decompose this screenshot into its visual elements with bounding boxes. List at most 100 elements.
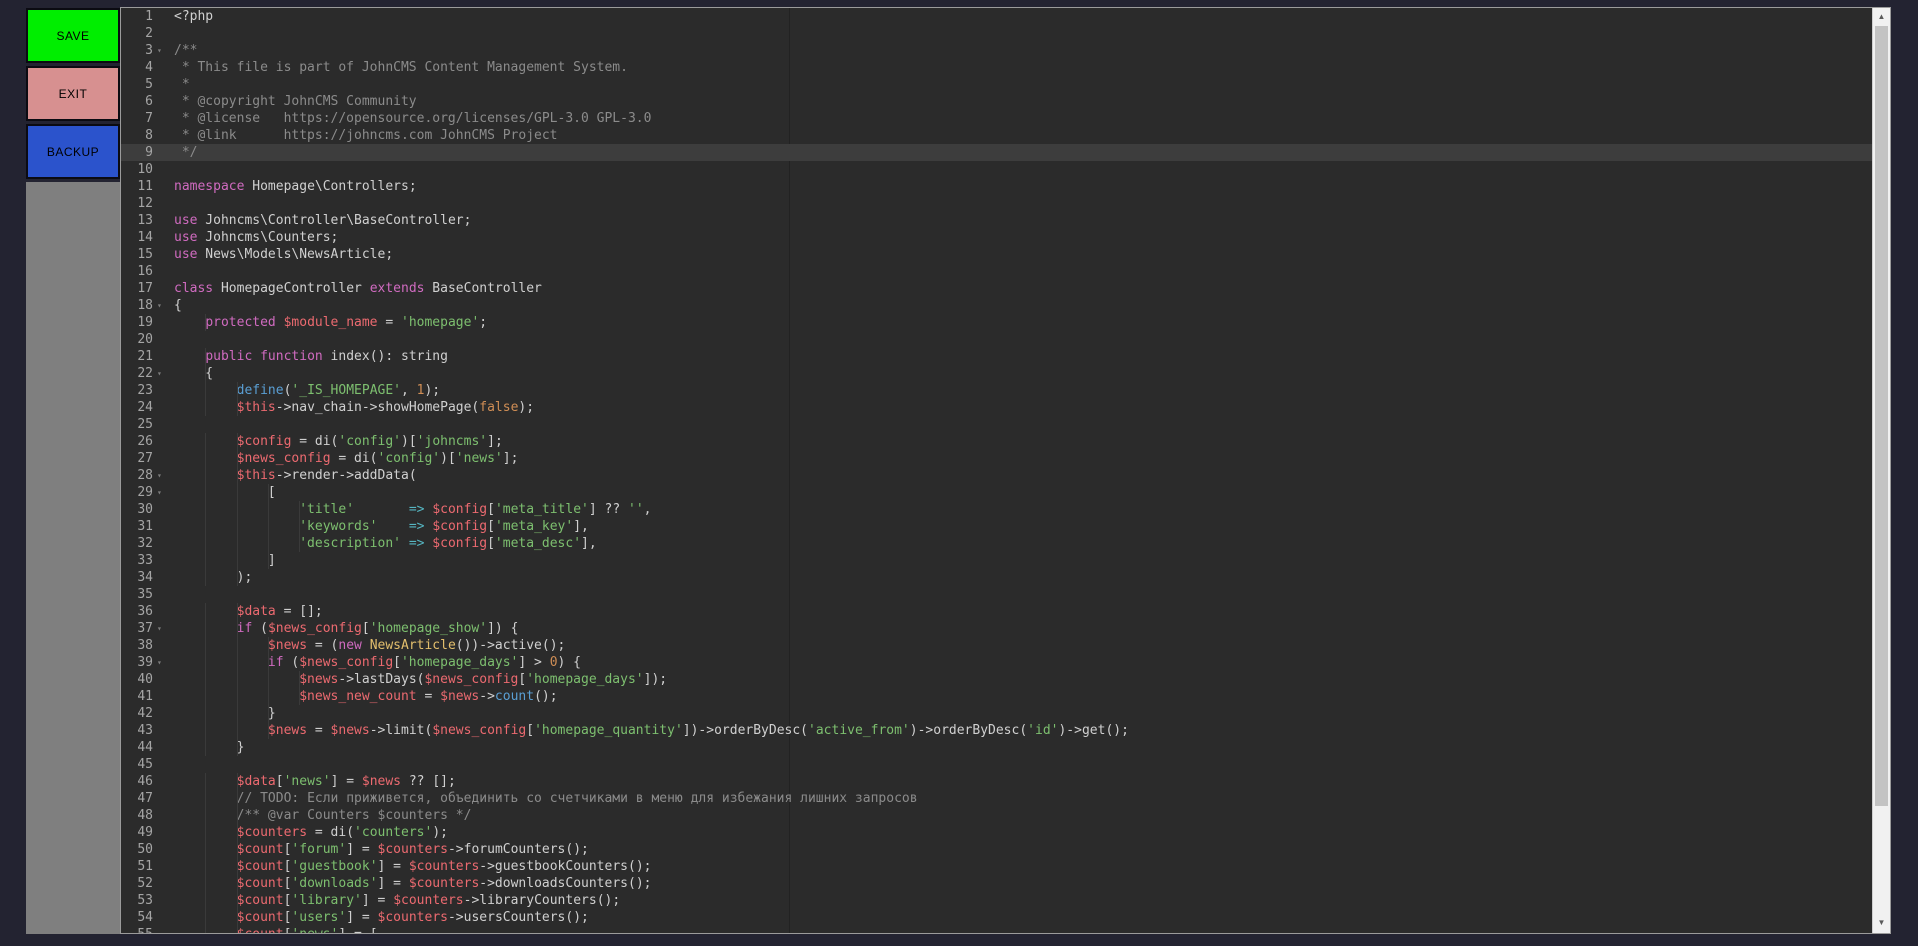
code-line[interactable]: 1<?php bbox=[121, 8, 1872, 25]
code-line[interactable]: 54 $count['users'] = $counters->usersCou… bbox=[121, 909, 1872, 926]
fold-icon[interactable]: ▾ bbox=[157, 654, 170, 671]
sidebar: SAVE EXIT BACKUP bbox=[26, 8, 120, 934]
indent-guide bbox=[205, 671, 206, 688]
code-line[interactable]: 38 $news = (new NewsArticle())->active()… bbox=[121, 637, 1872, 654]
code-line[interactable]: 10 bbox=[121, 161, 1872, 178]
indent-guide bbox=[237, 450, 238, 467]
line-number: 38 bbox=[121, 637, 157, 654]
code-line[interactable]: 27 $news_config = di('config')['news']; bbox=[121, 450, 1872, 467]
code-line[interactable]: 6 * @copyright JohnCMS Community bbox=[121, 93, 1872, 110]
line-number: 48 bbox=[121, 807, 157, 824]
code-line[interactable]: 37▾ if ($news_config['homepage_show']) { bbox=[121, 620, 1872, 637]
code-line[interactable]: 18▾{ bbox=[121, 297, 1872, 314]
code-text: public function index(): string bbox=[170, 348, 1872, 365]
code-line[interactable]: 55▾ $count['news'] = [ bbox=[121, 926, 1872, 933]
scroll-thumb[interactable] bbox=[1875, 26, 1888, 806]
code-line[interactable]: 49 $counters = di('counters'); bbox=[121, 824, 1872, 841]
code-line[interactable]: 4 * This file is part of JohnCMS Content… bbox=[121, 59, 1872, 76]
code-line[interactable]: 40 $news->lastDays($news_config['homepag… bbox=[121, 671, 1872, 688]
backup-button[interactable]: BACKUP bbox=[26, 124, 120, 179]
line-number: 10 bbox=[121, 161, 157, 178]
code-editor[interactable]: 1<?php23▾/**4 * This file is part of Joh… bbox=[120, 7, 1891, 934]
code-text: $count['users'] = $counters->usersCounte… bbox=[170, 909, 1872, 926]
fold-icon[interactable]: ▾ bbox=[157, 926, 170, 933]
code-line[interactable]: 43 $news = $news->limit($news_config['ho… bbox=[121, 722, 1872, 739]
code-line[interactable]: 3▾/** bbox=[121, 42, 1872, 59]
code-line[interactable]: 19 protected $module_name = 'homepage'; bbox=[121, 314, 1872, 331]
code-line[interactable]: 46 $data['news'] = $news ?? []; bbox=[121, 773, 1872, 790]
line-number: 3 bbox=[121, 42, 157, 59]
code-line[interactable]: 33 ] bbox=[121, 552, 1872, 569]
code-line[interactable]: 20 bbox=[121, 331, 1872, 348]
line-number: 26 bbox=[121, 433, 157, 450]
indent-guide bbox=[205, 637, 206, 654]
indent-guide bbox=[237, 654, 238, 671]
code-line[interactable]: 23 define('_IS_HOMEPAGE', 1); bbox=[121, 382, 1872, 399]
code-line[interactable]: 36 $data = []; bbox=[121, 603, 1872, 620]
fold-spacer bbox=[157, 824, 170, 841]
code-line[interactable]: 41 $news_new_count = $news->count(); bbox=[121, 688, 1872, 705]
code-line[interactable]: 34 ); bbox=[121, 569, 1872, 586]
fold-icon[interactable]: ▾ bbox=[157, 365, 170, 382]
indent-guide bbox=[237, 824, 238, 841]
code-line[interactable]: 14use Johncms\Counters; bbox=[121, 229, 1872, 246]
code-line[interactable]: 29▾ [ bbox=[121, 484, 1872, 501]
code-text: $news->lastDays($news_config['homepage_d… bbox=[170, 671, 1872, 688]
code-line[interactable]: 11namespace Homepage\Controllers; bbox=[121, 178, 1872, 195]
code-line[interactable]: 42 } bbox=[121, 705, 1872, 722]
fold-icon[interactable]: ▾ bbox=[157, 620, 170, 637]
code-line[interactable]: 25 bbox=[121, 416, 1872, 433]
indent-guide bbox=[237, 790, 238, 807]
indent-guide bbox=[205, 773, 206, 790]
code-line[interactable]: 32 'description' => $config['meta_desc']… bbox=[121, 535, 1872, 552]
code-text bbox=[170, 161, 1872, 178]
indent-guide bbox=[268, 671, 269, 688]
code-line[interactable]: 31 'keywords' => $config['meta_key'], bbox=[121, 518, 1872, 535]
code-text: { bbox=[170, 297, 1872, 314]
code-line[interactable]: 2 bbox=[121, 25, 1872, 42]
code-text: $news_config = di('config')['news']; bbox=[170, 450, 1872, 467]
code-line[interactable]: 47 // TODO: Если приживется, объединить … bbox=[121, 790, 1872, 807]
code-line[interactable]: 50 $count['forum'] = $counters->forumCou… bbox=[121, 841, 1872, 858]
code-line[interactable]: 21 public function index(): string bbox=[121, 348, 1872, 365]
exit-button[interactable]: EXIT bbox=[26, 66, 120, 121]
code-line[interactable]: 35 bbox=[121, 586, 1872, 603]
code-line[interactable]: 15use News\Models\NewsArticle; bbox=[121, 246, 1872, 263]
indent-guide bbox=[237, 841, 238, 858]
code-line[interactable]: 53 $count['library'] = $counters->librar… bbox=[121, 892, 1872, 909]
code-line[interactable]: 39▾ if ($news_config['homepage_days'] > … bbox=[121, 654, 1872, 671]
line-number: 16 bbox=[121, 263, 157, 280]
code-line[interactable]: 30 'title' => $config['meta_title'] ?? '… bbox=[121, 501, 1872, 518]
code-line[interactable]: 16 bbox=[121, 263, 1872, 280]
code-text bbox=[170, 586, 1872, 603]
code-line[interactable]: 24 $this->nav_chain->showHomePage(false)… bbox=[121, 399, 1872, 416]
indent-guide bbox=[205, 450, 206, 467]
code-line[interactable]: 9 */ bbox=[121, 144, 1872, 161]
code-line[interactable]: 8 * @link https://johncms.com JohnCMS Pr… bbox=[121, 127, 1872, 144]
code-line[interactable]: 7 * @license https://opensource.org/lice… bbox=[121, 110, 1872, 127]
code-line[interactable]: 44 } bbox=[121, 739, 1872, 756]
vertical-scrollbar[interactable]: ▲ ▼ bbox=[1872, 8, 1890, 933]
fold-spacer bbox=[157, 144, 170, 161]
code-line[interactable]: 51 $count['guestbook'] = $counters->gues… bbox=[121, 858, 1872, 875]
code-text: $this->nav_chain->showHomePage(false); bbox=[170, 399, 1872, 416]
code-line[interactable]: 13use Johncms\Controller\BaseController; bbox=[121, 212, 1872, 229]
code-line[interactable]: 17class HomepageController extends BaseC… bbox=[121, 280, 1872, 297]
code-line[interactable]: 28▾ $this->render->addData( bbox=[121, 467, 1872, 484]
code-line[interactable]: 12 bbox=[121, 195, 1872, 212]
fold-icon[interactable]: ▾ bbox=[157, 484, 170, 501]
code-line[interactable]: 48 /** @var Counters $counters */ bbox=[121, 807, 1872, 824]
code-line[interactable]: 5 * bbox=[121, 76, 1872, 93]
fold-icon[interactable]: ▾ bbox=[157, 467, 170, 484]
save-button[interactable]: SAVE bbox=[26, 8, 120, 63]
code-line[interactable]: 26 $config = di('config')['johncms']; bbox=[121, 433, 1872, 450]
code-line[interactable]: 22▾ { bbox=[121, 365, 1872, 382]
fold-icon[interactable]: ▾ bbox=[157, 42, 170, 59]
code-area[interactable]: 1<?php23▾/**4 * This file is part of Joh… bbox=[121, 8, 1872, 933]
fold-icon[interactable]: ▾ bbox=[157, 297, 170, 314]
scroll-up-icon[interactable]: ▲ bbox=[1873, 8, 1890, 25]
code-line[interactable]: 45 bbox=[121, 756, 1872, 773]
scroll-down-icon[interactable]: ▼ bbox=[1873, 914, 1890, 931]
code-line[interactable]: 52 $count['downloads'] = $counters->down… bbox=[121, 875, 1872, 892]
code-text: /** @var Counters $counters */ bbox=[170, 807, 1872, 824]
